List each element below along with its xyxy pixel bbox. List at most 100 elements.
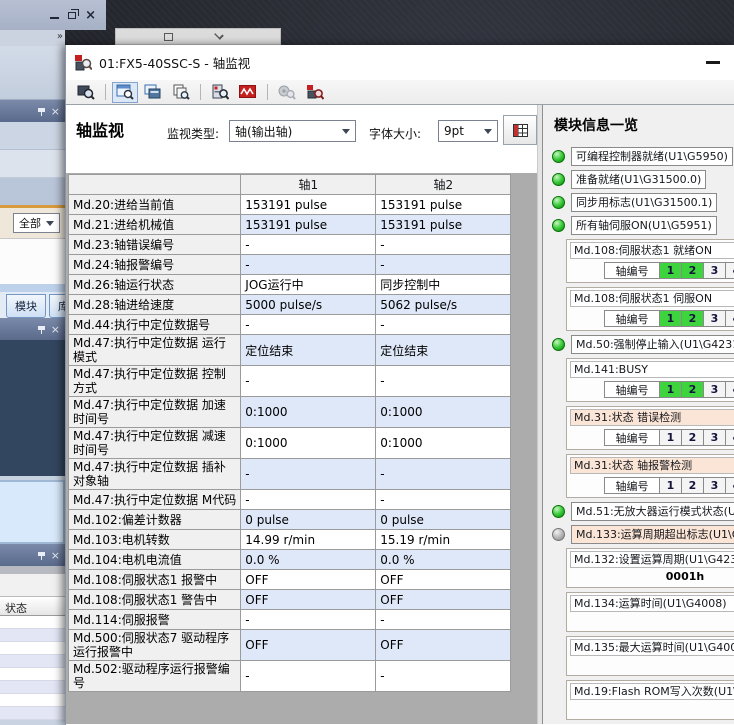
minimize-icon[interactable] — [706, 61, 720, 64]
row-label: Md.28:轴进给速度 — [69, 295, 241, 315]
led-on-icon — [552, 219, 565, 232]
status-list — [0, 616, 65, 720]
axis-number-label: 轴编号 — [604, 477, 660, 494]
overflow-chevron-icon[interactable]: » — [0, 30, 65, 46]
chevron-down-icon[interactable] — [214, 30, 224, 40]
table-display-button[interactable] — [503, 115, 537, 145]
value-box: Md.19:Flash ROM写入次数(U1\G4 — [566, 680, 734, 720]
axis-status-box: Md.141:BUSY轴编号1234 — [566, 358, 734, 402]
pin-icon[interactable] — [38, 551, 45, 560]
axis-cell-1: 1 — [659, 429, 682, 446]
waveform-trace-icon[interactable] — [235, 82, 261, 103]
close-icon[interactable]: × — [85, 9, 96, 22]
window-toolbar — [66, 80, 734, 105]
tab-library[interactable]: 库 — [49, 294, 65, 318]
row-value-axis1: - — [241, 661, 376, 692]
row-value-axis2: 153191 pulse — [376, 195, 511, 215]
table-row: Md.47:执行中定位数据 运行模式定位结束定位结束 — [69, 335, 511, 366]
led-on-icon — [552, 150, 565, 163]
font-size-value: 9pt — [444, 124, 464, 138]
module-monitor-icon — [75, 55, 92, 71]
row-value-axis1: 153191 pulse — [241, 215, 376, 235]
axis-status-header: Md.141:BUSY — [570, 361, 734, 378]
module-info-title: 模块信息一览 — [554, 115, 734, 135]
register-monitor-icon[interactable] — [140, 82, 166, 103]
axis-status-header: Md.108:伺服状态1 就绪ON — [570, 242, 734, 259]
chevron-down-icon — [46, 221, 54, 226]
pin-icon[interactable] — [38, 107, 45, 116]
row-value-axis1: OFF — [241, 570, 376, 590]
element-tabs: 模块 库 — [0, 292, 65, 318]
row-value-axis2: 同步控制中 — [376, 275, 511, 295]
axis-number-row: 轴编号1234 — [604, 310, 734, 327]
axis-cell-4: 4 — [725, 262, 734, 279]
module-search-icon[interactable] — [207, 82, 233, 103]
font-size-dropdown[interactable]: 9pt — [438, 120, 498, 142]
monitor-type-dropdown[interactable]: 轴(输出轴) — [229, 120, 356, 142]
axis-number-row: 轴编号1234 — [604, 477, 734, 494]
column-header: 轴1 — [241, 175, 376, 195]
status-row — [0, 629, 65, 642]
module-status-item: Md.50:强制停止输入(U1\G4231) — [552, 335, 734, 354]
axis-cell-1: 1 — [659, 477, 682, 494]
row-value-axis1: OFF — [241, 630, 376, 661]
axis-status-box: Md.108:伺服状态1 伺服ON轴编号1234 — [566, 287, 734, 331]
module-monitor-red-icon[interactable] — [302, 82, 328, 103]
status-row — [0, 642, 65, 655]
close-icon[interactable]: × — [51, 550, 60, 561]
row-label: Md.102:偏差计数器 — [69, 510, 241, 530]
copy-monitor-icon[interactable] — [168, 82, 194, 103]
module-status-item: 同步用标志(U1\G31500.1) — [552, 193, 734, 212]
value-box-value: 0001h — [570, 570, 734, 584]
axis-table-viewport: 轴1轴2 Md.20:进给当前值153191 pulse153191 pulse… — [66, 173, 537, 724]
row-label: Md.500:伺服状态7 驱动程序运行报警中 — [69, 630, 241, 661]
table-row: Md.23:轴错误编号-- — [69, 235, 511, 255]
display-monitor-icon[interactable] — [112, 82, 138, 103]
row-value-axis2: - — [376, 315, 511, 335]
row-value-axis2: 5062 pulse/s — [376, 295, 511, 315]
restore-icon[interactable] — [68, 12, 76, 19]
table-row: Md.20:进给当前值153191 pulse153191 pulse — [69, 195, 511, 215]
status-column-header: 状态 — [0, 596, 65, 616]
maximize-box-icon[interactable] — [164, 33, 173, 41]
status-label: 可编程控制器就绪(U1\G5950) — [571, 147, 733, 166]
row-value-axis2: - — [376, 490, 511, 510]
status-label: Md.51:无放大器运行模式状态(U1\G — [571, 502, 734, 521]
pin-icon[interactable] — [38, 325, 45, 334]
table-row: Md.47:执行中定位数据 插补对象轴-- — [69, 459, 511, 490]
table-row: Md.47:执行中定位数据 减速时间号0:10000:1000 — [69, 428, 511, 459]
row-label: Md.21:进给机械值 — [69, 215, 241, 235]
axis-status-header: Md.31:状态 轴报警检测 — [570, 457, 734, 474]
monitor-search-icon[interactable] — [73, 82, 99, 103]
axis-cell-2: 2 — [681, 429, 704, 446]
close-icon[interactable]: × — [51, 106, 60, 117]
value-box: Md.135:最大运算时间(U1\G4009) — [566, 636, 734, 676]
status-label: Md.50:强制停止输入(U1\G4231) — [571, 335, 734, 354]
row-label: Md.47:执行中定位数据 M代码 — [69, 490, 241, 510]
row-value-axis2: - — [376, 661, 511, 692]
status-row — [0, 694, 65, 707]
row-value-axis1: 0:1000 — [241, 428, 376, 459]
value-box-header: Md.134:运算时间(U1\G4008) — [570, 595, 734, 612]
axis-cell-3: 3 — [703, 429, 726, 446]
docked-panel-dark — [0, 340, 65, 476]
toolbar-separator — [200, 84, 201, 100]
page-title: 轴监视 — [76, 117, 124, 141]
minimize-icon[interactable] — [50, 17, 59, 19]
tab-module[interactable]: 模块 — [6, 294, 46, 318]
row-value-axis1: - — [241, 315, 376, 335]
background-docked-panels: » × 全部 模块 库 × × 状态 — [0, 30, 65, 725]
value-box-header: Md.135:最大运算时间(U1\G4009) — [570, 639, 734, 656]
axis-parameter-table: 轴1轴2 Md.20:进给当前值153191 pulse153191 pulse… — [68, 174, 511, 692]
status-label: Md.133:运算周期超出标志(U1\G4 — [571, 525, 734, 544]
axis-number-row: 轴编号1234 — [604, 429, 734, 446]
panel-caption-bar: × — [0, 318, 65, 340]
filter-dropdown-value: 全部 — [19, 215, 41, 231]
row-value-axis1: OFF — [241, 590, 376, 610]
close-icon[interactable]: × — [51, 324, 60, 335]
chevron-down-icon — [342, 129, 350, 134]
row-label: Md.20:进给当前值 — [69, 195, 241, 215]
filter-dropdown[interactable]: 全部 — [13, 213, 60, 233]
axis-number-label: 轴编号 — [604, 310, 660, 327]
cam-monitor-icon[interactable] — [274, 82, 300, 103]
